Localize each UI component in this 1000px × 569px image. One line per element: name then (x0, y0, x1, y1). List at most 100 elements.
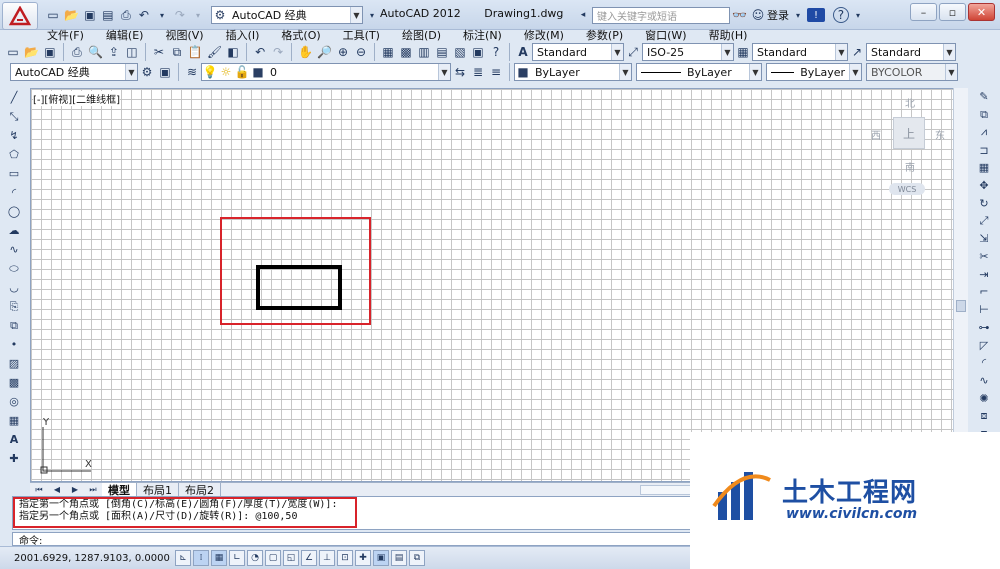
array-icon[interactable]: ▦ (975, 160, 993, 176)
user-icon[interactable]: ☺ (749, 6, 767, 24)
point-icon[interactable]: • (5, 336, 23, 353)
region-icon[interactable]: ◎ (5, 393, 23, 410)
prev-tab-icon[interactable]: ◀ (48, 484, 66, 496)
hatch-icon[interactable]: ▨ (5, 355, 23, 372)
binoculars-icon[interactable]: 👓 (730, 6, 749, 24)
erase-icon[interactable]: ✎ (975, 89, 993, 105)
viewcube[interactable]: 北 西 东 上 南 WCS (869, 95, 959, 195)
mleader-style-icon[interactable]: ↗ (848, 43, 866, 61)
grid-display-icon[interactable]: ▦ (211, 550, 227, 566)
plot-preview-icon[interactable]: 🔍 (86, 43, 105, 61)
explode-icon[interactable]: ✺ (975, 390, 993, 406)
quick-properties-icon[interactable]: ▤ (391, 550, 407, 566)
menu-insert[interactable]: 插入(I) (215, 27, 271, 43)
object-snap-tracking-icon[interactable]: ∠ (301, 550, 317, 566)
layer-manager-icon[interactable]: ≋ (183, 63, 201, 81)
move-icon[interactable]: ✥ (975, 178, 993, 194)
cut-icon[interactable]: ✂ (150, 43, 168, 61)
zoom-window-icon[interactable]: ⊕ (334, 43, 352, 61)
open-file-icon[interactable]: 📂 (62, 6, 81, 24)
menu-edit[interactable]: 编辑(E) (95, 27, 155, 43)
open-icon[interactable]: 📂 (22, 43, 41, 61)
color-select[interactable]: ■ ByLayer ▼ (514, 63, 632, 81)
polygon-icon[interactable]: ⬠ (5, 146, 23, 163)
first-tab-icon[interactable]: ⏮ (30, 484, 48, 496)
menu-draw[interactable]: 绘图(D) (391, 27, 452, 43)
vertical-scrollbar[interactable] (953, 88, 968, 482)
coordinate-readout[interactable]: 2001.6929, 1287.9103, 0.0000 (14, 553, 174, 564)
menu-parametric[interactable]: 参数(P) (575, 27, 634, 43)
text-style-select[interactable]: Standard ▼ (532, 43, 624, 61)
workspace-settings-icon[interactable]: ⚙ (138, 63, 156, 81)
menu-view[interactable]: 视图(V) (154, 27, 214, 43)
zoom-realtime-icon[interactable]: 🔎 (315, 43, 334, 61)
break-icon[interactable]: ⊢ (975, 302, 993, 318)
pan-icon[interactable]: ✋ (296, 43, 315, 61)
menu-help[interactable]: 帮助(H) (698, 27, 759, 43)
tab-layout2[interactable]: 布局2 (179, 482, 221, 497)
linetype-select[interactable]: ByLayer ▼ (636, 63, 762, 81)
drawing-canvas[interactable]: [-][俯视][二维线框] 北 西 东 上 南 WCS Y X (30, 88, 968, 482)
join-icon[interactable]: ⊶ (975, 320, 993, 336)
viewcube-top-face[interactable]: 上 (893, 117, 925, 149)
menu-tools[interactable]: 工具(T) (332, 27, 391, 43)
gradient-icon[interactable]: ▩ (5, 374, 23, 391)
add-selected-icon[interactable]: ✚ (5, 450, 23, 467)
chamfer-icon[interactable]: ◸ (975, 337, 993, 353)
construction-line-icon[interactable]: ⤡ (5, 108, 23, 125)
workspace-save-icon[interactable]: ▣ (156, 63, 174, 81)
undo-icon[interactable]: ↶ (135, 6, 153, 24)
application-menu-button[interactable] (2, 2, 38, 30)
close-button[interactable]: ✕ (968, 3, 995, 21)
save-as-icon[interactable]: ▤ (99, 6, 117, 24)
dynamic-input-icon[interactable]: ⊡ (337, 550, 353, 566)
blend-curves-icon[interactable]: ∿ (975, 373, 993, 389)
save-icon[interactable]: ▣ (81, 6, 99, 24)
undo-dropdown-icon[interactable]: ▾ (153, 6, 171, 24)
login-link[interactable]: 登录 (767, 7, 789, 23)
viewcube-west[interactable]: 西 (871, 127, 881, 142)
new-file-icon[interactable]: ▭ (44, 6, 62, 24)
dim-style-icon[interactable]: ⤢ (624, 43, 642, 61)
rotate-icon[interactable]: ↻ (975, 195, 993, 211)
spline-icon[interactable]: ∿ (5, 241, 23, 258)
wcs-menu[interactable]: WCS (889, 183, 925, 195)
layer-select[interactable]: 💡 ☼ 🔓 ■ 0 ▼ (201, 63, 451, 81)
workspace-select[interactable]: ⚙ AutoCAD 经典 ▼ (210, 6, 363, 24)
rectangle-icon[interactable]: ▭ (5, 165, 23, 182)
break-at-point-icon[interactable]: ⌐ (975, 284, 993, 300)
scrollbar-thumb[interactable] (956, 300, 966, 312)
trim-icon[interactable]: ✂ (975, 249, 993, 265)
polar-tracking-icon[interactable]: ◔ (247, 550, 263, 566)
layer-states-icon[interactable]: ≡ (487, 63, 505, 81)
plot-icon[interactable]: ⎙ (68, 43, 86, 61)
selection-cycling-icon[interactable]: ⧉ (409, 550, 425, 566)
help-dropdown-icon[interactable]: ▾ (849, 6, 867, 24)
design-center-icon[interactable]: ▩ (397, 43, 415, 61)
viewport-controls-label[interactable]: [-][俯视][二维线框] (33, 91, 121, 106)
redo-icon[interactable]: ↷ (269, 43, 287, 61)
circle-icon[interactable]: ◯ (5, 203, 23, 220)
infer-constraints-icon[interactable]: ⊾ (175, 550, 191, 566)
layer-previous-icon[interactable]: ≣ (469, 63, 487, 81)
dim-style-select[interactable]: ISO-25 ▼ (642, 43, 734, 61)
next-tab-icon[interactable]: ▶ (66, 484, 84, 496)
login-dropdown-icon[interactable]: ▾ (789, 6, 807, 24)
redo-icon[interactable]: ↷ (171, 6, 189, 24)
stretch-icon[interactable]: ⇲ (975, 231, 993, 247)
workspace-select-2[interactable]: AutoCAD 经典 ▼ (10, 63, 138, 81)
text-style-icon[interactable]: A (514, 43, 532, 61)
fillet-icon[interactable]: ◜ (975, 355, 993, 371)
offset-icon[interactable]: ⊐ (975, 142, 993, 158)
revision-cloud-icon[interactable]: ☁ (5, 222, 23, 239)
scale-icon[interactable]: ⤢ (975, 213, 993, 229)
markup-icon[interactable]: ▧ (451, 43, 469, 61)
viewcube-south[interactable]: 南 (905, 159, 915, 174)
block-editor-icon[interactable]: ◧ (224, 43, 242, 61)
toolbar-help-icon[interactable]: ? (487, 43, 505, 61)
customize-qat-icon[interactable]: ▾ (363, 6, 381, 24)
allow-ucs-icon[interactable]: ⊥ (319, 550, 335, 566)
arc-icon[interactable]: ◜ (5, 184, 23, 201)
polyline-icon[interactable]: ↯ (5, 127, 23, 144)
draworder-front-icon[interactable]: ⧈ (975, 408, 993, 424)
